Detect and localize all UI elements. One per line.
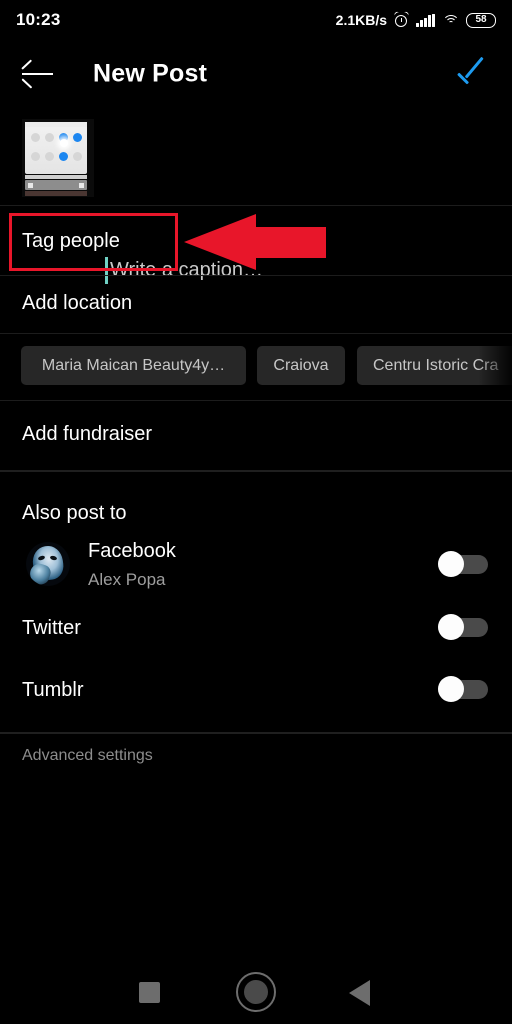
caption-row: Write a caption…	[0, 112, 512, 284]
location-chip-label: Maria Maican Beauty4y…	[41, 356, 226, 374]
wifi-icon	[442, 14, 459, 27]
post-thumbnail-image[interactable]	[22, 119, 94, 197]
status-bar-icons: 2.1KB/s 58	[335, 10, 496, 28]
toggle-tumblr[interactable]	[438, 676, 488, 702]
battery-indicator: 58	[466, 12, 496, 28]
circle-home-icon[interactable]	[236, 972, 276, 1012]
add-location-row[interactable]: Add location	[22, 292, 132, 315]
location-chip[interactable]: Maria Maican Beauty4y…	[21, 346, 246, 385]
social-row-facebook-label[interactable]: Facebook	[88, 540, 176, 563]
caption-cursor	[105, 257, 108, 284]
app-header: New Post	[0, 40, 512, 108]
avatar	[26, 542, 70, 586]
social-row-tumblr-label[interactable]: Tumblr	[22, 679, 83, 702]
network-speed-label: 2.1KB/s	[335, 12, 388, 28]
page-title: New Post	[93, 59, 208, 88]
location-chip-label: Centru Istoric Cra	[373, 356, 499, 374]
section-divider	[0, 470, 512, 472]
location-chip-label: Craiova	[273, 356, 329, 374]
status-bar-clock: 10:23	[16, 10, 61, 29]
divider-above-add-location	[0, 275, 512, 276]
social-row-facebook-account: Alex Popa	[88, 570, 166, 589]
advanced-settings-link[interactable]: Advanced settings	[22, 747, 153, 765]
cellular-signal-icon	[416, 13, 435, 27]
also-post-to-heading: Also post to	[22, 502, 127, 524]
divider-above-advanced-settings	[0, 732, 512, 734]
social-row-twitter-label[interactable]: Twitter	[22, 617, 81, 640]
divider-above-tag-people	[0, 205, 512, 206]
divider-above-location-chips	[0, 333, 512, 334]
status-bar: 10:23 2.1KB/s 58	[0, 0, 512, 40]
battery-level-label: 58	[475, 14, 487, 25]
divider-above-add-fundraiser	[0, 400, 512, 401]
add-fundraiser-row[interactable]: Add fundraiser	[22, 423, 152, 446]
checkmark-icon[interactable]	[456, 56, 492, 89]
location-chip[interactable]: Craiova	[257, 346, 345, 385]
system-navigation-bar	[0, 960, 512, 1024]
left-arrow-annotation	[184, 214, 326, 271]
tag-people-row[interactable]: Tag people	[22, 230, 120, 253]
toggle-facebook[interactable]	[438, 551, 488, 577]
toggle-twitter[interactable]	[438, 614, 488, 640]
alarm-clock-icon	[393, 10, 410, 28]
back-arrow-icon[interactable]	[21, 59, 54, 90]
instagram-new-post-screen: 10:23 2.1KB/s 58 New Post Write a captio…	[0, 0, 512, 1024]
triangle-back-icon[interactable]	[349, 980, 370, 1006]
square-recents-icon[interactable]	[139, 982, 160, 1003]
location-chip[interactable]: Centru Istoric Cra	[357, 346, 512, 385]
location-suggestion-list[interactable]: Maria Maican Beauty4y… Craiova Centru Is…	[0, 346, 512, 386]
